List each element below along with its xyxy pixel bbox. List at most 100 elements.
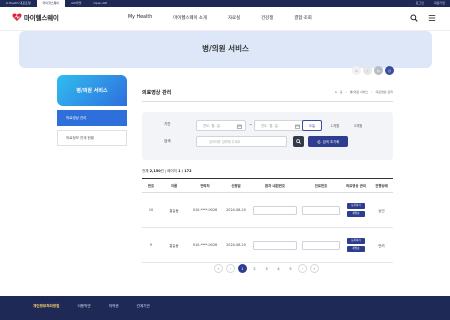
keyword-label: 검색 bbox=[164, 139, 171, 143]
result-summary: 전체 2,150건 | 페이지 1 / 172 bbox=[142, 169, 192, 174]
breadcrumb-home[interactable]: 홈 bbox=[340, 90, 343, 94]
site-logo[interactable]: 마이헬스웨이 bbox=[12, 12, 59, 22]
page-hero-banner: 병/의원 서비스 bbox=[19, 31, 432, 68]
col-phone: 연락처 bbox=[188, 178, 222, 193]
start-date-field[interactable]: 연도. 월. 일. bbox=[196, 120, 246, 131]
start-date-placeholder: 연도. 월. 일. bbox=[203, 124, 221, 128]
search-icon[interactable] bbox=[410, 14, 418, 22]
search-panel: 기간 연도. 월. 일. ~ 연도. 월. 일. 오늘 1개월 3개월 검색 검… bbox=[142, 112, 393, 160]
breadcrumb: ⌂ 홈 › 병/의원 서비스 › 의료영상 관리 bbox=[335, 90, 393, 94]
date-range-dash: ~ bbox=[249, 122, 253, 127]
col-name: 이름 bbox=[160, 178, 188, 193]
footer-copyright-link[interactable]: 저작권 bbox=[109, 304, 119, 309]
sidebar-item-link-status[interactable]: 의료정보 연계 현황 bbox=[57, 130, 127, 146]
col-clinic-number: 진료번호 bbox=[300, 178, 342, 193]
clinic-number-input[interactable] bbox=[302, 205, 340, 215]
row-date: 2024-06-20 bbox=[222, 227, 250, 263]
resend-button[interactable]: 재발송 bbox=[347, 211, 365, 217]
logo-text: 마이헬스웨이 bbox=[24, 14, 59, 22]
heart-logo-icon bbox=[12, 13, 22, 21]
register-button[interactable]: 등록하기 bbox=[347, 238, 365, 244]
row-date: 2024-06-20 bbox=[222, 192, 250, 228]
table-row: 9 홍길동 010-****-0026 2024-06-20 등록하기 재발송 … bbox=[142, 227, 393, 263]
signup-link[interactable]: 회원가입 bbox=[429, 0, 450, 7]
nav-health[interactable]: 건강쟁 bbox=[261, 15, 273, 21]
site-header: 마이헬스웨이 My Health 마이헬스웨이 소개 자료실 건강쟁 결합·조회 bbox=[0, 7, 450, 31]
next-page-button[interactable]: › bbox=[298, 264, 307, 273]
total-suffix: 건 | 페이지 bbox=[160, 169, 177, 173]
row-status: 승인 bbox=[370, 192, 393, 228]
home-icon[interactable]: ⌂ bbox=[352, 66, 361, 75]
row-name: 홍길동 bbox=[160, 227, 188, 263]
utility-link-portal[interactable]: K-Health 대표포털 bbox=[0, 0, 37, 7]
utility-link-api-market[interactable]: API마켓 bbox=[65, 0, 87, 7]
footer-terms-link[interactable]: 이용약관 bbox=[77, 304, 90, 309]
period-3month-button[interactable]: 3개월 bbox=[348, 120, 368, 131]
register-button[interactable]: 등록하기 bbox=[347, 203, 365, 209]
page-4-button[interactable]: 4 bbox=[274, 264, 283, 273]
menu-icon[interactable] bbox=[428, 14, 436, 22]
chevron-right-icon[interactable]: › bbox=[363, 66, 372, 75]
footer-related-link[interactable]: 관계기관 bbox=[137, 304, 150, 309]
nav-my-health[interactable]: My Health bbox=[128, 15, 152, 21]
breadcrumb-separator-icon: › bbox=[345, 90, 347, 94]
share-icon[interactable]: ⇆ bbox=[374, 66, 383, 75]
sidebar-item-image-management[interactable]: 의료영상 관리 bbox=[57, 110, 127, 126]
quick-action-buttons: ⌂ › ⇆ ⎙ bbox=[352, 66, 394, 75]
content-title: 의료영상 관리 bbox=[142, 90, 172, 96]
visit-number-input[interactable] bbox=[253, 240, 297, 250]
reset-search-button[interactable]: 검색 초기화 bbox=[308, 136, 348, 147]
row-phone: 010-****-0026 bbox=[188, 192, 222, 228]
clinic-number-input[interactable] bbox=[302, 240, 340, 250]
end-date-field[interactable]: 연도. 월. 일. bbox=[254, 120, 304, 131]
pagination: « ‹ 1 2 3 4 5 › » bbox=[214, 264, 319, 273]
sidebar-title: 병/의원 서비스 bbox=[57, 75, 127, 106]
total-prefix: 전체 bbox=[142, 169, 149, 173]
prev-page-button[interactable]: ‹ bbox=[226, 264, 235, 273]
utility-link-open-api[interactable]: Open-API bbox=[87, 0, 113, 7]
breadcrumb-section[interactable]: 병/의원 서비스 bbox=[350, 90, 369, 94]
sidebar-menu: 의료영상 관리 의료정보 연계 현황 bbox=[57, 110, 127, 150]
calendar-icon[interactable] bbox=[237, 124, 242, 129]
keyword-search-input[interactable]: 검색어를 입력해 주세요 bbox=[196, 136, 287, 147]
nav-combine[interactable]: 결합·조회 bbox=[294, 15, 312, 21]
page-2-button[interactable]: 2 bbox=[250, 264, 259, 273]
table-row: 10 홍길동 010-****-0026 2024-06-20 등록하기 재발송… bbox=[142, 192, 393, 228]
row-number: 10 bbox=[142, 192, 160, 228]
end-date-placeholder: 연도. 월. 일. bbox=[261, 124, 279, 128]
breadcrumb-separator-icon: › bbox=[371, 90, 373, 94]
period-label: 기간 bbox=[164, 122, 171, 126]
print-icon[interactable]: ⎙ bbox=[385, 66, 394, 75]
page-info: 1 / 172 bbox=[178, 169, 192, 173]
nav-library[interactable]: 자료실 bbox=[228, 15, 240, 21]
row-phone: 010-****-0026 bbox=[188, 227, 222, 263]
row-status: 반려 bbox=[370, 227, 393, 263]
last-page-button[interactable]: » bbox=[310, 264, 319, 273]
breadcrumb-current: 의료영상 관리 bbox=[375, 90, 393, 94]
table-header-row: 번호 이름 연락처 신청일 환자 내원번호 진료번호 의료영상 관리 진행상태 bbox=[142, 178, 393, 193]
row-name: 홍길동 bbox=[160, 192, 188, 228]
row-number: 9 bbox=[142, 227, 160, 263]
page-1-button[interactable]: 1 bbox=[238, 264, 247, 273]
image-management-table: 번호 이름 연락처 신청일 환자 내원번호 진료번호 의료영상 관리 진행상태 … bbox=[142, 178, 393, 263]
page-3-button[interactable]: 3 bbox=[262, 264, 271, 273]
first-page-button[interactable]: « bbox=[214, 264, 223, 273]
footer-privacy-link[interactable]: 개인정보처리방침 bbox=[33, 304, 59, 309]
col-number: 번호 bbox=[142, 178, 160, 193]
period-1month-button[interactable]: 1개월 bbox=[325, 120, 345, 131]
page-5-button[interactable]: 5 bbox=[286, 264, 295, 273]
keyword-placeholder: 검색어를 입력해 주세요 bbox=[209, 140, 241, 144]
main-nav: My Health 마이헬스웨이 소개 자료실 건강쟁 결합·조회 bbox=[128, 15, 333, 21]
login-link[interactable]: 로그인 bbox=[411, 0, 429, 7]
footer-nav: 개인정보처리방침 이용약관 저작권 관계기관 bbox=[33, 304, 168, 309]
resend-button[interactable]: 재발송 bbox=[347, 246, 365, 252]
site-footer: 개인정보처리방침 이용약관 저작권 관계기관 bbox=[0, 296, 450, 320]
home-small-icon[interactable]: ⌂ bbox=[335, 90, 337, 94]
nav-about[interactable]: 마이헬스웨이 소개 bbox=[173, 15, 207, 21]
search-button[interactable] bbox=[293, 136, 304, 147]
period-today-button[interactable]: 오늘 bbox=[302, 120, 322, 131]
utility-link-myhealthway[interactable]: 마이헬스웨이 bbox=[36, 0, 66, 7]
col-status: 진행상태 bbox=[370, 178, 393, 193]
visit-number-input[interactable] bbox=[253, 205, 297, 215]
calendar-icon[interactable] bbox=[295, 124, 300, 129]
